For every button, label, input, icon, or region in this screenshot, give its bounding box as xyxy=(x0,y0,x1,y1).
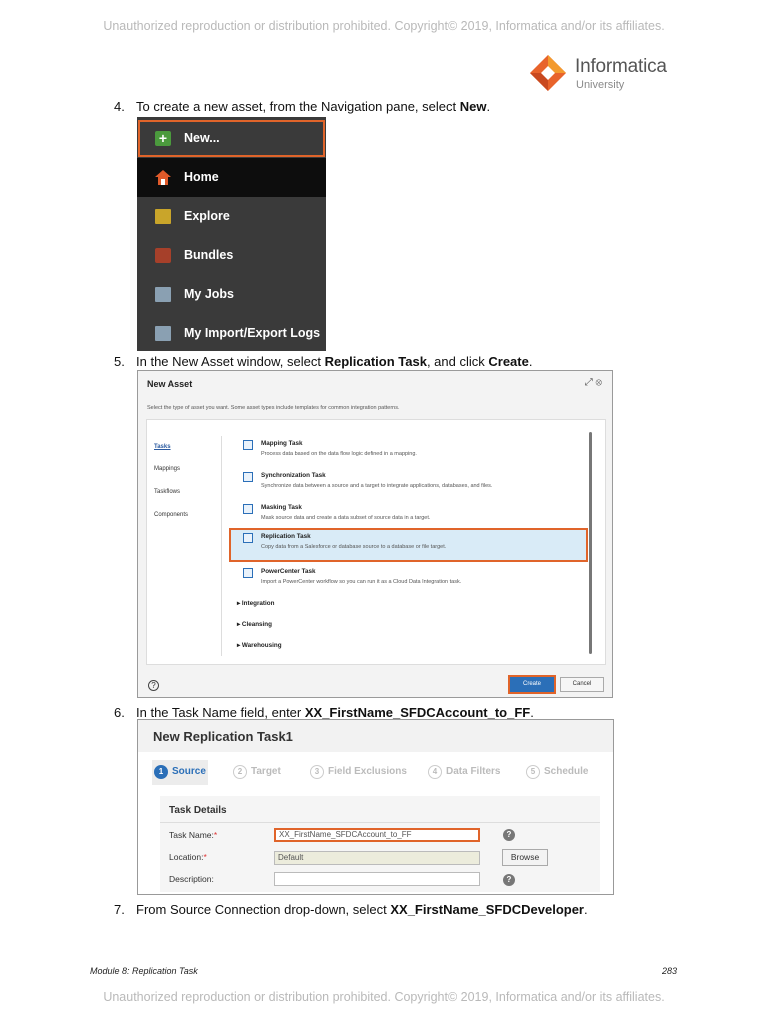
window-controls-icon[interactable]: ⤢ ⊗ xyxy=(585,377,602,388)
details-divider xyxy=(160,822,600,823)
replication-header: New Replication Task1 xyxy=(138,720,613,752)
task-option-mapping[interactable]: Mapping Task Process data based on the d… xyxy=(237,437,577,467)
step-5: 5. In the New Asset window, select Replic… xyxy=(114,354,533,369)
new-asset-dialog: New Asset ⤢ ⊗ Select the type of asset y… xyxy=(137,370,613,698)
dialog-title: New Asset xyxy=(147,379,193,389)
plus-icon: + xyxy=(155,131,171,146)
logo-sub-text: University xyxy=(576,79,625,91)
wizard-step-target[interactable]: 2 Target xyxy=(233,765,281,779)
wizard-steps: 1 Source 2 Target 3 Field Exclusions 4 Data … xyxy=(148,758,608,788)
wizard-step-data-filters[interactable]: 4 Data Filters xyxy=(428,765,500,779)
task-name-input[interactable]: XX_FirstName_SFDCAccount_to_FF xyxy=(274,828,480,842)
task-option-synchronization[interactable]: Synchronization Task Synchronize data be… xyxy=(237,469,577,499)
dialog-description: Select the type of asset you want. Some … xyxy=(147,405,400,411)
logs-icon xyxy=(155,326,171,341)
nav-item-my-jobs[interactable]: My Jobs xyxy=(137,275,326,314)
task-name-label: Task Name:* xyxy=(169,830,218,840)
description-help-icon[interactable]: ? xyxy=(503,874,515,886)
group-cleansing[interactable]: ▸ Cleansing xyxy=(237,621,272,628)
task-option-masking[interactable]: Masking Task Mask source data and create… xyxy=(237,501,577,531)
masking-task-icon xyxy=(243,504,253,514)
group-integration[interactable]: ▸ Integration xyxy=(237,600,274,607)
browse-button[interactable]: Browse xyxy=(502,849,548,866)
category-mappings[interactable]: Mappings xyxy=(154,466,180,472)
wizard-step-field-exclusions[interactable]: 3 Field Exclusions xyxy=(310,765,407,779)
jobs-icon xyxy=(155,287,171,302)
category-components[interactable]: Components xyxy=(154,512,188,518)
task-option-powercenter[interactable]: PowerCenter Task Import a PowerCenter wo… xyxy=(237,565,577,595)
wizard-step-schedule[interactable]: 5 Schedule xyxy=(526,765,588,779)
synchronization-task-icon xyxy=(243,472,253,482)
category-divider xyxy=(221,436,222,656)
navigation-pane: + New... Home Explore Bundles My Jobs My… xyxy=(137,117,326,351)
informatica-logo: Informatica University xyxy=(528,53,678,95)
replication-task-icon xyxy=(243,533,253,543)
location-input[interactable]: Default xyxy=(274,851,480,865)
replication-title: New Replication Task1 xyxy=(153,729,293,744)
task-option-replication[interactable]: Replication Task Copy data from a Salesf… xyxy=(229,528,588,562)
home-icon xyxy=(155,170,171,185)
task-details-title: Task Details xyxy=(169,805,227,816)
nav-item-new[interactable]: + New... xyxy=(137,119,326,158)
wizard-step-source[interactable]: 1 Source xyxy=(154,765,206,779)
help-icon[interactable]: ? xyxy=(148,680,159,691)
copyright-footer: Unauthorized reproduction or distributio… xyxy=(103,990,665,1004)
nav-item-home[interactable]: Home xyxy=(137,158,326,197)
step-6: 6. In the Task Name field, enter XX_First… xyxy=(114,705,534,720)
panel-scrollbar[interactable] xyxy=(589,432,592,654)
step-7: 7. From Source Connection drop-down, sele… xyxy=(114,902,588,917)
category-tasks[interactable]: Tasks xyxy=(154,444,171,450)
logo-brand-text: Informatica xyxy=(575,56,667,77)
bundle-icon xyxy=(155,248,171,263)
informatica-diamond-logo-icon xyxy=(530,55,566,91)
task-details-section: Task Details Task Name:* XX_FirstName_SF… xyxy=(160,796,600,892)
description-label: Description: xyxy=(169,874,214,884)
powercenter-task-icon xyxy=(243,568,253,578)
step-4: 4. To create a new asset, from the Naviga… xyxy=(114,99,491,114)
nav-item-bundles[interactable]: Bundles xyxy=(137,236,326,275)
copyright-header: Unauthorized reproduction or distributio… xyxy=(103,19,665,33)
replication-task-panel: New Replication Task1 1 Source 2 Target 3F… xyxy=(137,719,614,895)
category-taskflows[interactable]: Taskflows xyxy=(154,489,180,495)
nav-item-explore[interactable]: Explore xyxy=(137,197,326,236)
description-input[interactable] xyxy=(274,872,480,886)
footer-module: Module 8: Replication Task xyxy=(90,966,198,976)
create-button[interactable]: Create xyxy=(508,675,556,694)
mapping-task-icon xyxy=(243,440,253,450)
footer-page-number: 283 xyxy=(662,966,678,976)
cancel-button[interactable]: Cancel xyxy=(560,677,604,692)
group-warehousing[interactable]: ▸ Warehousing xyxy=(237,642,282,649)
asset-panel: Tasks Mappings Taskflows Components Mapp… xyxy=(146,419,606,665)
task-name-help-icon[interactable]: ? xyxy=(503,829,515,841)
nav-item-import-export-logs[interactable]: My Import/Export Logs xyxy=(137,314,326,353)
folder-icon xyxy=(155,209,171,224)
location-label: Location:* xyxy=(169,852,207,862)
